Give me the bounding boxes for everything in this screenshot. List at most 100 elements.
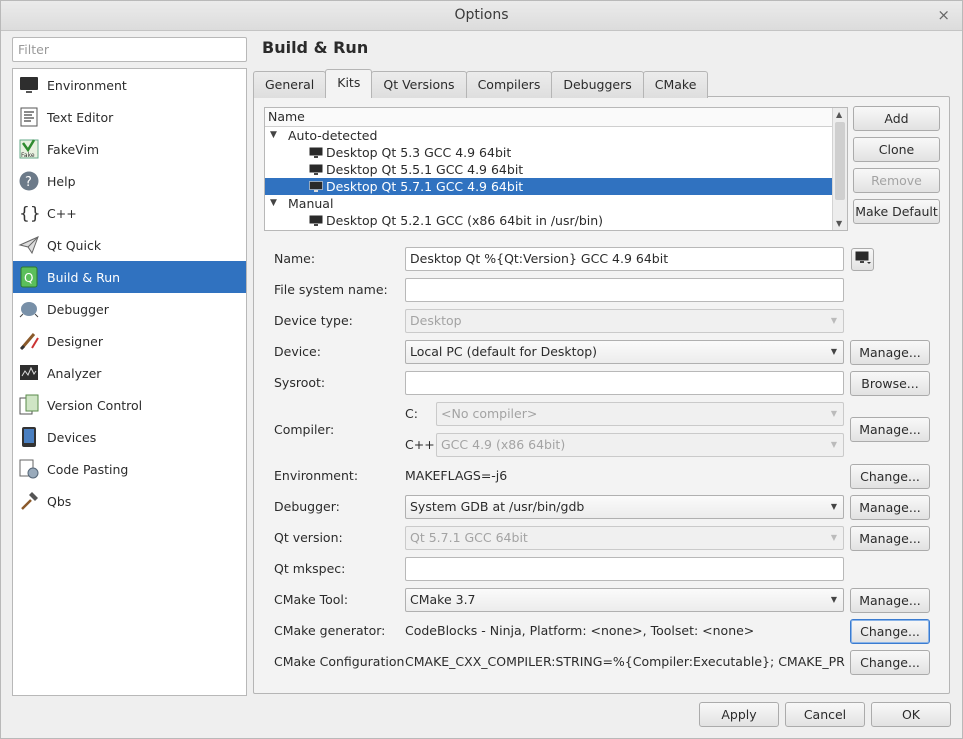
vcs-icon <box>17 393 41 417</box>
tree-header-name[interactable]: Name <box>265 108 833 127</box>
cmake-tool-label: CMake Tool: <box>274 592 349 607</box>
close-icon[interactable]: × <box>937 1 950 30</box>
compiler-manage-button[interactable]: Manage... <box>850 417 930 442</box>
category-label: FakeVim <box>47 141 100 157</box>
compiler-c-value: <No compiler> <box>441 406 538 421</box>
tree-item-kit[interactable]: Desktop Qt 5.5.1 GCC 4.9 64bit <box>265 161 833 178</box>
text-editor-icon <box>17 105 41 129</box>
chevron-down-icon: ▼ <box>830 595 837 604</box>
category-devices[interactable]: Devices <box>13 421 246 453</box>
tab-kits[interactable]: Kits <box>325 69 373 98</box>
cmake-generator-value: CodeBlocks - Ninja, Platform: <none>, To… <box>405 623 755 638</box>
desktop-icon <box>309 163 323 175</box>
mkspec-field[interactable] <box>405 557 844 581</box>
window-title: Options <box>454 7 509 23</box>
cmake-configuration-change-button[interactable]: Change... <box>850 650 930 675</box>
compiler-c-select: <No compiler> ▼ <box>436 402 844 426</box>
category-cpp[interactable]: {} C++ <box>13 197 246 229</box>
group-label: Manual <box>288 196 334 211</box>
category-build-run[interactable]: Q Build & Run <box>13 261 246 293</box>
category-analyzer[interactable]: Analyzer <box>13 357 246 389</box>
category-qbs[interactable]: Qbs <box>13 485 246 517</box>
braces-icon: {} <box>17 201 41 225</box>
category-label: Designer <box>47 333 103 349</box>
category-version-control[interactable]: Version Control <box>13 389 246 421</box>
brush-icon <box>17 329 41 353</box>
tab-compilers[interactable]: Compilers <box>465 71 553 98</box>
add-kit-button[interactable]: Add <box>853 106 940 131</box>
tab-cmake[interactable]: CMake <box>642 71 709 98</box>
cancel-button[interactable]: Cancel <box>785 702 865 727</box>
kit-label: Desktop Qt 5.2.1 GCC (x86 64bit in /usr/… <box>326 213 604 228</box>
debugger-manage-button[interactable]: Manage... <box>850 495 930 520</box>
category-list: Environment Text Editor Fake FakeVim ? H… <box>12 68 247 696</box>
category-text-editor[interactable]: Text Editor <box>13 101 246 133</box>
clone-kit-button[interactable]: Clone <box>853 137 940 162</box>
tab-general[interactable]: General <box>253 71 327 98</box>
category-label: Text Editor <box>47 109 114 125</box>
tree-item-kit[interactable]: Desktop Qt 5.2.1 GCC (x86 64bit in /usr/… <box>265 212 833 229</box>
tree-group-manual[interactable]: ▼ Manual <box>265 195 833 212</box>
cmake-tool-select[interactable]: CMake 3.7 ▼ <box>405 588 844 612</box>
svg-text:Fake: Fake <box>21 152 35 159</box>
tree-scrollbar[interactable]: ▲ ▼ <box>832 108 847 230</box>
kits-tree[interactable]: Name ▼ Auto-detected Desktop Qt 5.3 GCC … <box>264 107 848 231</box>
fsname-label: File system name: <box>274 282 388 297</box>
name-field[interactable]: Desktop Qt %{Qt:Version} GCC 4.9 64bit <box>405 247 844 271</box>
ok-button[interactable]: OK <box>871 702 951 727</box>
tree-item-kit-selected[interactable]: Desktop Qt 5.7.1 GCC 4.9 64bit <box>265 178 833 195</box>
kit-label: Desktop Qt 5.3 GCC 4.9 64bit <box>326 145 512 160</box>
expand-arrow-icon[interactable]: ▼ <box>270 195 277 212</box>
device-select[interactable]: Local PC (default for Desktop) ▼ <box>405 340 844 364</box>
filter-input[interactable] <box>12 37 247 62</box>
category-code-pasting[interactable]: Code Pasting <box>13 453 246 485</box>
tab-bar: General Kits Qt Versions Compilers Debug… <box>253 69 709 98</box>
category-qt-quick[interactable]: Qt Quick <box>13 229 246 261</box>
scroll-down-icon[interactable]: ▼ <box>836 219 842 228</box>
debugger-value: System GDB at /usr/bin/gdb <box>410 499 585 514</box>
scrollbar-thumb[interactable] <box>835 122 845 200</box>
tablet-icon <box>17 425 41 449</box>
kit-icon-button[interactable] <box>851 248 874 271</box>
sysroot-browse-button[interactable]: Browse... <box>850 371 930 396</box>
compiler-cxx-select: GCC 4.9 (x86 64bit) ▼ <box>436 433 844 457</box>
make-default-button[interactable]: Make Default <box>853 199 940 224</box>
device-manage-button[interactable]: Manage... <box>850 340 930 365</box>
apply-button[interactable]: Apply <box>699 702 779 727</box>
fakevim-icon: Fake <box>17 137 41 161</box>
desktop-icon <box>309 214 323 226</box>
tab-debuggers[interactable]: Debuggers <box>551 71 644 98</box>
category-help[interactable]: ? Help <box>13 165 246 197</box>
chart-icon <box>17 361 41 385</box>
monitor-icon <box>17 73 41 97</box>
device-value: Local PC (default for Desktop) <box>410 344 598 359</box>
cmake-tool-manage-button[interactable]: Manage... <box>850 588 930 613</box>
cmake-generator-label: CMake generator: <box>274 623 386 638</box>
device-label: Device: <box>274 344 321 359</box>
qt-version-manage-button[interactable]: Manage... <box>850 526 930 551</box>
chevron-down-icon: ▼ <box>830 502 837 511</box>
category-fakevim[interactable]: Fake FakeVim <box>13 133 246 165</box>
device-type-value: Desktop <box>410 313 462 328</box>
fsname-field[interactable] <box>405 278 844 302</box>
sysroot-field[interactable] <box>405 371 844 395</box>
tree-item-kit[interactable]: Desktop Qt 5.3 GCC 4.9 64bit <box>265 144 833 161</box>
environment-value: MAKEFLAGS=-j6 <box>405 468 508 483</box>
tree-group-auto-detected[interactable]: ▼ Auto-detected <box>265 127 833 144</box>
title-bar: Options × <box>1 1 962 31</box>
expand-arrow-icon[interactable]: ▼ <box>270 127 277 144</box>
category-designer[interactable]: Designer <box>13 325 246 357</box>
category-environment[interactable]: Environment <box>13 69 246 101</box>
category-debugger[interactable]: Debugger <box>13 293 246 325</box>
category-label: Analyzer <box>47 365 102 381</box>
cmake-configuration-value: CMAKE_CXX_COMPILER:STRING=%{Compiler:Exe… <box>405 654 845 669</box>
tab-qt-versions[interactable]: Qt Versions <box>371 71 467 98</box>
cmake-generator-change-button[interactable]: Change... <box>850 619 930 644</box>
environment-change-button[interactable]: Change... <box>850 464 930 489</box>
cmake-configuration-label: CMake Configuration <box>274 654 405 669</box>
mkspec-label: Qt mkspec: <box>274 561 346 576</box>
scroll-up-icon[interactable]: ▲ <box>836 110 842 119</box>
debugger-select[interactable]: System GDB at /usr/bin/gdb ▼ <box>405 495 844 519</box>
remove-kit-button[interactable]: Remove <box>853 168 940 193</box>
category-label: Qt Quick <box>47 237 102 253</box>
